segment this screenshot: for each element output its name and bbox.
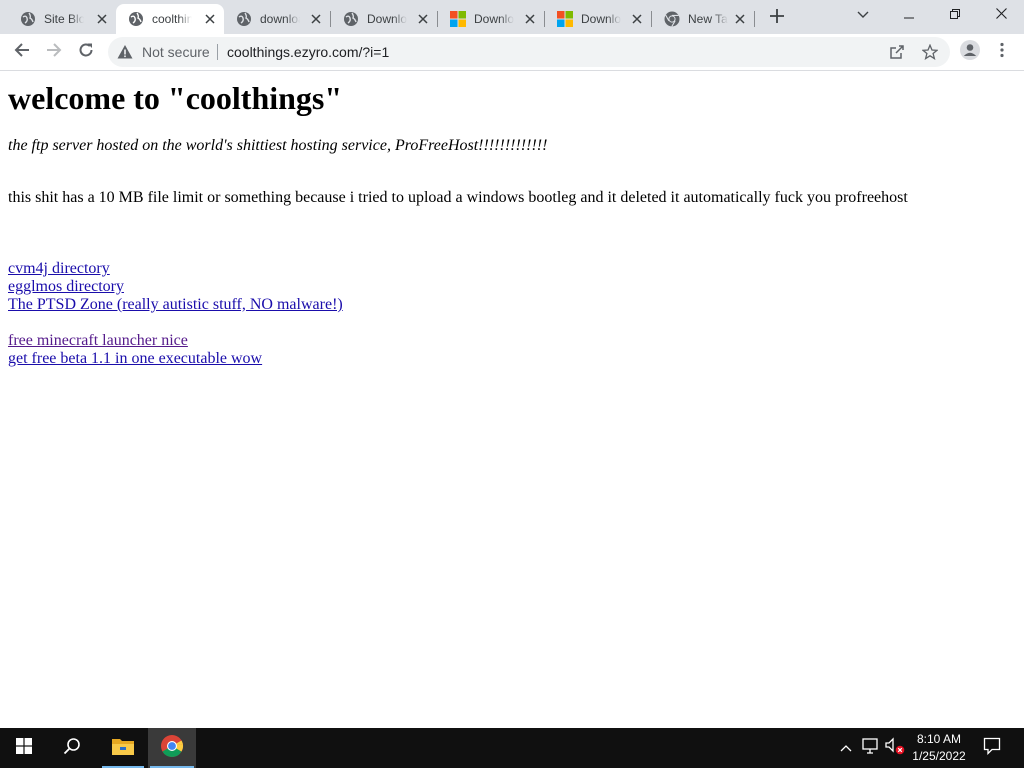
restore-icon	[950, 6, 960, 24]
tab-label: Download	[581, 12, 621, 26]
tab-label: New Tab	[688, 12, 728, 26]
page-title: welcome to "coolthings"	[8, 80, 343, 116]
chevron-up-icon	[840, 739, 852, 757]
tab-search-button[interactable]	[840, 0, 886, 30]
close-icon[interactable]	[629, 11, 645, 27]
page-paragraph: this shit has a 10 MB file limit or some…	[8, 189, 908, 206]
plus-icon	[770, 8, 784, 28]
tab-separator	[754, 11, 755, 27]
restore-button[interactable]	[932, 0, 978, 30]
microsoft-logo-icon	[450, 11, 466, 27]
close-icon[interactable]	[202, 11, 218, 27]
tab-new-tab[interactable]: New Tab	[652, 4, 754, 34]
tab-strip: Site Blocked coolthings download Downloa…	[0, 0, 1024, 34]
network-icon	[862, 737, 880, 759]
link-egglmos-directory[interactable]: egglmos directory	[8, 278, 124, 296]
tab-site-blocked[interactable]: Site Blocked	[8, 4, 116, 34]
tab-label: Download	[367, 12, 407, 26]
arrow-right-icon	[46, 42, 62, 63]
chrome-icon	[664, 11, 680, 27]
close-icon[interactable]	[415, 11, 431, 27]
profile-button[interactable]	[956, 38, 984, 66]
tab-label: Site Blocked	[44, 12, 84, 26]
tab-download-3[interactable]: Download	[438, 4, 544, 34]
clock-date: 1/25/2022	[912, 749, 966, 763]
globe-icon	[236, 11, 252, 27]
start-button[interactable]	[0, 728, 48, 768]
browser-toolbar: Not secure coolthings.ezyro.com/?i=1	[0, 34, 1024, 71]
tab-label: download	[260, 12, 300, 26]
web-page-content: welcome to "coolthings" the ftp server h…	[0, 71, 1024, 728]
security-label[interactable]: Not secure	[142, 44, 210, 60]
file-explorer-button[interactable]	[100, 728, 146, 768]
link-cvm4j-directory[interactable]: cvm4j directory	[8, 260, 110, 278]
notification-icon	[983, 737, 1001, 760]
tab-download-2[interactable]: Download	[331, 4, 437, 34]
reload-icon	[78, 42, 94, 63]
tab-coolthings[interactable]: coolthings	[116, 4, 224, 34]
volume-muted-icon	[885, 736, 905, 760]
tab-label: Download	[474, 12, 514, 26]
search-icon	[63, 737, 81, 760]
arrow-left-icon	[14, 42, 30, 63]
close-icon[interactable]	[522, 11, 538, 27]
omnibox-divider	[217, 44, 218, 60]
close-window-button[interactable]	[978, 0, 1024, 30]
show-hidden-icons-button[interactable]	[836, 728, 856, 768]
tab-download-4[interactable]: Download	[545, 4, 651, 34]
tab-label: coolthings	[152, 12, 192, 26]
bookmark-star-icon[interactable]	[922, 44, 938, 60]
close-icon	[995, 6, 1007, 24]
close-icon[interactable]	[94, 11, 110, 27]
globe-icon	[343, 11, 359, 27]
clock[interactable]: 8:10 AM 1/25/2022	[908, 731, 970, 765]
reload-button[interactable]	[72, 38, 100, 66]
chrome-taskbar-button[interactable]	[148, 728, 196, 768]
globe-icon	[128, 11, 144, 27]
share-icon[interactable]	[889, 44, 905, 60]
avatar-icon	[960, 39, 980, 65]
folder-icon	[111, 736, 135, 761]
chevron-down-icon	[857, 6, 869, 24]
link-minecraft-launcher[interactable]: free minecraft launcher nice	[8, 332, 188, 350]
minimize-icon	[904, 6, 914, 24]
chrome-icon	[160, 734, 184, 763]
forward-button[interactable]	[40, 38, 68, 66]
kebab-menu-icon	[1000, 42, 1004, 63]
volume-button[interactable]	[884, 728, 906, 768]
address-bar[interactable]: Not secure coolthings.ezyro.com/?i=1	[108, 37, 950, 67]
close-icon[interactable]	[308, 11, 324, 27]
new-tab-button[interactable]	[766, 8, 788, 28]
windows-logo-icon	[16, 737, 32, 759]
page-subtitle: the ftp server hosted on the world's shi…	[8, 137, 548, 154]
link-ptsd-zone[interactable]: The PTSD Zone (really autistic stuff, NO…	[8, 296, 343, 314]
search-button[interactable]	[48, 728, 96, 768]
globe-icon	[20, 11, 36, 27]
microsoft-logo-icon	[557, 11, 573, 27]
clock-time: 8:10 AM	[916, 732, 962, 746]
url-text[interactable]: coolthings.ezyro.com/?i=1	[227, 44, 389, 60]
back-button[interactable]	[8, 38, 36, 66]
close-icon[interactable]	[732, 11, 748, 27]
link-beta-executable[interactable]: get free beta 1.1 in one executable wow	[8, 350, 262, 368]
windows-taskbar: 8:10 AM 1/25/2022	[0, 728, 1024, 768]
menu-button[interactable]	[988, 38, 1016, 66]
action-center-button[interactable]	[976, 728, 1008, 768]
minimize-button[interactable]	[886, 0, 932, 30]
tab-download-1[interactable]: download	[224, 4, 330, 34]
network-button[interactable]	[860, 728, 882, 768]
warning-icon[interactable]	[117, 44, 133, 60]
